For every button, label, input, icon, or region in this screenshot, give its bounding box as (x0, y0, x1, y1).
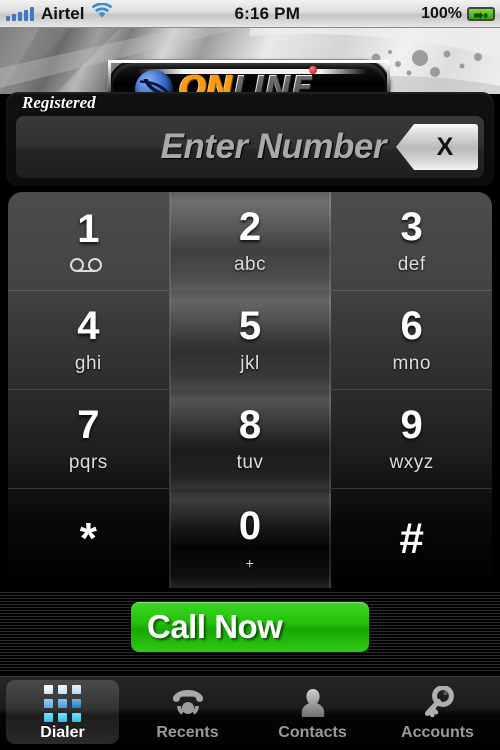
keypad-key-hash[interactable]: # (331, 489, 492, 588)
signal-bars-icon (6, 6, 34, 21)
clock-label: 6:16 PM (234, 3, 301, 23)
keypad-key-digit: 2 (238, 204, 262, 249)
keypad-key-3[interactable]: 3 def (331, 192, 492, 290)
tab-icon-wrap (170, 683, 206, 723)
voicemail-icon (70, 258, 103, 272)
keypad-key-1[interactable]: 1 (8, 192, 170, 290)
registration-status-label: Registered (22, 93, 96, 112)
recents-phone-icon (172, 690, 203, 715)
key-icon (424, 686, 454, 718)
status-bar-left: Airtel (0, 2, 113, 24)
wifi-icon (91, 2, 113, 24)
keypad-key-2[interactable]: 2 abc (169, 192, 332, 290)
app-header: ONLINE (0, 28, 500, 94)
keypad-key-letters: wxyz (389, 451, 434, 473)
keypad-key-letters: abc (233, 253, 267, 275)
number-display-panel: Registered Enter Number X (6, 92, 494, 186)
backspace-button[interactable]: X (396, 124, 478, 170)
keypad-row: * 0 + # (8, 489, 492, 588)
keypad-key-8[interactable]: 8 tuv (169, 390, 332, 488)
keypad-row: 1 2 abc 3 def (8, 192, 492, 291)
keypad-key-digit: 0 (238, 504, 262, 548)
keypad-row: 7 pqrs 8 tuv 9 wxyz (8, 390, 492, 489)
online-logo: ONLINE (108, 60, 390, 94)
number-placeholder: Enter Number (160, 127, 387, 166)
keypad-key-digit: * (79, 513, 97, 563)
contact-person-icon (301, 689, 324, 717)
phone-dialer-app: Airtel 6:16 PM 100% ONLINE Registered En… (0, 0, 500, 750)
tab-label: Recents (156, 724, 219, 741)
keypad-key-6[interactable]: 6 mno (331, 291, 492, 389)
call-now-label: Call Now (147, 608, 283, 645)
keypad-key-letters: def (397, 253, 426, 275)
keypad-key-0[interactable]: 0 + (169, 489, 332, 588)
number-input-field[interactable]: Enter Number X (16, 116, 484, 178)
call-action-bar: Call Now (0, 590, 500, 672)
status-bar-right: 100% (421, 5, 500, 23)
keypad-key-5[interactable]: 5 jkl (169, 291, 332, 389)
keypad-key-digit: 6 (400, 303, 423, 348)
tab-icon-wrap (421, 683, 455, 723)
keypad-key-letters: ghi (74, 352, 102, 374)
call-now-button[interactable]: Call Now (131, 602, 369, 652)
carrier-label: Airtel (41, 3, 85, 23)
battery-charging-icon (467, 6, 495, 21)
tab-label: Dialer (40, 724, 85, 741)
tab-contacts[interactable]: Contacts (250, 677, 375, 750)
keypad-key-9[interactable]: 9 wxyz (331, 390, 492, 488)
keypad-key-digit: 9 (400, 402, 423, 447)
keypad-row: 4 ghi 5 jkl 6 mno (8, 291, 492, 390)
tab-accounts[interactable]: Accounts (375, 677, 500, 750)
status-bar: Airtel 6:16 PM 100% (0, 0, 500, 28)
keypad-key-7[interactable]: 7 pqrs (8, 390, 170, 488)
tab-recents[interactable]: Recents (125, 677, 250, 750)
tab-label: Contacts (278, 724, 347, 741)
keypad-key-letters: mno (392, 352, 431, 374)
keypad-key-star[interactable]: * (8, 489, 170, 588)
keypad-key-letters: + (245, 555, 255, 571)
logo-text-line: LINE (233, 68, 313, 94)
keypad-key-4[interactable]: 4 ghi (8, 291, 170, 389)
keypad-key-letters: pqrs (68, 451, 108, 473)
keypad-key-digit: 4 (77, 303, 100, 348)
battery-percent-label: 100% (421, 4, 462, 22)
bottom-tab-bar[interactable]: Dialer Recents Contacts Accounts (0, 676, 500, 750)
tab-icon-wrap (44, 683, 81, 723)
keypad-key-letters: tuv (236, 451, 264, 473)
keypad-key-letters: jkl (240, 352, 260, 374)
keypad-key-digit: 8 (238, 402, 262, 447)
keypad-key-digit: 7 (77, 402, 100, 447)
keypad-key-digit: # (399, 513, 424, 563)
dial-keypad[interactable]: 1 2 abc 3 def 4 ghi 5 jkl 6 mno 7 pqrs 8 tuv 9 wxyz * 0 + # (8, 192, 492, 588)
logo-text-on: ON (179, 68, 234, 94)
tab-label: Accounts (401, 724, 474, 741)
tab-dialer[interactable]: Dialer (0, 677, 125, 750)
keypad-key-digit: 5 (238, 303, 262, 348)
keypad-key-digit: 1 (77, 207, 100, 251)
dialer-grid-icon (44, 684, 81, 722)
keypad-key-digit: 3 (400, 204, 423, 249)
backspace-label: X (436, 132, 454, 161)
tab-icon-wrap (297, 683, 329, 723)
